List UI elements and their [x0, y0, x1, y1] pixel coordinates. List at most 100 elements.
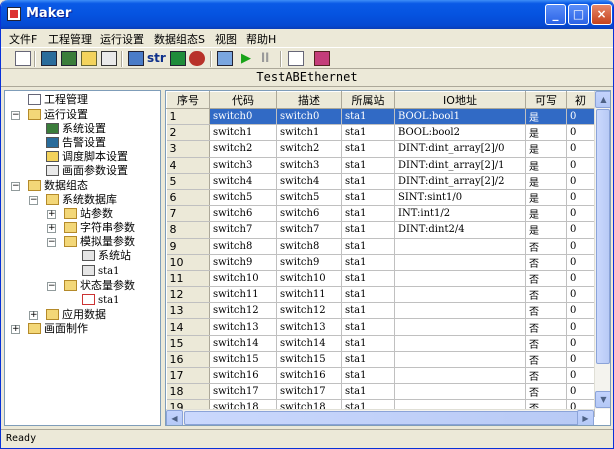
row-index[interactable]: 1 — [166, 108, 210, 126]
desc-cell[interactable]: switch17 — [276, 383, 342, 401]
table-row[interactable]: 2 switch1 switch1 sta1 BOOL:bool2 是 0 — [166, 124, 595, 142]
code-cell[interactable]: switch17 — [209, 383, 277, 401]
code-cell[interactable]: switch13 — [209, 318, 277, 336]
horizontal-scroll-thumb[interactable] — [184, 411, 579, 425]
station-cell[interactable]: sta1 — [341, 221, 395, 239]
row-index[interactable]: 8 — [166, 221, 210, 239]
expand-icon[interactable]: + — [47, 210, 56, 219]
string-icon[interactable]: str — [147, 51, 167, 66]
initial-cell[interactable]: 0 — [566, 351, 595, 369]
expand-icon[interactable]: + — [11, 325, 20, 334]
station-cell[interactable]: sta1 — [341, 157, 395, 174]
io-address-cell[interactable]: DINT:dint_array[2]/2 — [394, 173, 526, 190]
tree-item-project[interactable]: 工程管理 — [28, 93, 88, 107]
initial-cell[interactable]: 0 — [566, 124, 595, 142]
table-row[interactable]: 18 switch17 switch17 sta1 否 0 — [166, 383, 595, 401]
col-header-index[interactable]: 序号 — [166, 91, 210, 109]
tree-item-screen-make[interactable]: 画面制作 — [28, 322, 88, 336]
table-row[interactable]: 4 switch3 switch3 sta1 DINT:dint_array[2]/1 是… — [166, 157, 595, 174]
desc-cell[interactable]: switch12 — [276, 302, 342, 320]
title-bar[interactable]: Maker _ □ × — [1, 0, 613, 29]
row-index[interactable]: 17 — [166, 367, 210, 385]
scroll-right-icon[interactable]: ▶ — [577, 410, 594, 425]
row-index[interactable]: 7 — [166, 205, 210, 223]
collapse-icon[interactable]: − — [29, 196, 38, 205]
desc-cell[interactable]: switch10 — [276, 270, 342, 288]
initial-cell[interactable]: 0 — [566, 302, 595, 320]
code-cell[interactable]: switch11 — [209, 286, 277, 304]
code-cell[interactable]: switch16 — [209, 367, 277, 385]
writable-cell[interactable]: 否 — [525, 254, 567, 271]
initial-cell[interactable]: 0 — [566, 238, 595, 255]
row-index[interactable]: 6 — [166, 189, 210, 207]
row-index[interactable]: 12 — [166, 286, 210, 304]
writable-cell[interactable]: 否 — [525, 270, 567, 288]
io-address-cell[interactable] — [394, 318, 526, 336]
io-address-cell[interactable] — [394, 302, 526, 320]
desc-cell[interactable]: switch7 — [276, 221, 342, 239]
code-cell[interactable]: switch9 — [209, 254, 277, 271]
monitor-icon[interactable] — [61, 51, 77, 66]
io-address-cell[interactable] — [394, 238, 526, 255]
tree-item-alarm-settings[interactable]: 告警设置 — [46, 136, 106, 150]
expand-icon[interactable]: + — [29, 311, 38, 320]
row-index[interactable]: 5 — [166, 173, 210, 190]
initial-cell[interactable]: 0 — [566, 318, 595, 336]
table-row[interactable]: 10 switch9 switch9 sta1 否 0 — [166, 254, 595, 271]
code-cell[interactable]: switch3 — [209, 157, 277, 174]
tree-item-app-data[interactable]: 应用数据 — [46, 308, 106, 322]
table-row[interactable]: 13 switch12 switch12 sta1 否 0 — [166, 302, 595, 320]
scroll-left-icon[interactable]: ◀ — [166, 410, 183, 425]
tree-item-digital-sta1[interactable]: sta1 — [82, 293, 119, 307]
table-row[interactable]: 14 switch13 switch13 sta1 否 0 — [166, 318, 595, 336]
row-index[interactable]: 4 — [166, 157, 210, 174]
writable-cell[interactable]: 是 — [525, 140, 567, 158]
writable-cell[interactable]: 是 — [525, 124, 567, 142]
scroll-up-icon[interactable]: ▲ — [595, 91, 610, 108]
code-cell[interactable]: switch4 — [209, 173, 277, 190]
row-index[interactable]: 14 — [166, 318, 210, 336]
initial-cell[interactable]: 0 — [566, 205, 595, 223]
tree-item-system-station[interactable]: 系统站 — [82, 249, 131, 263]
io-address-cell[interactable]: BOOL:bool1 — [394, 108, 526, 126]
analog-icon[interactable] — [170, 51, 186, 66]
col-header-code[interactable]: 代码 — [209, 91, 277, 109]
station-cell[interactable]: sta1 — [341, 140, 395, 158]
row-index[interactable]: 18 — [166, 383, 210, 401]
station-cell[interactable]: sta1 — [341, 383, 395, 401]
writable-cell[interactable]: 否 — [525, 286, 567, 304]
code-cell[interactable]: switch2 — [209, 140, 277, 158]
desc-cell[interactable]: switch3 — [276, 157, 342, 174]
menu-runtime[interactable]: 运行设置 — [100, 31, 144, 47]
row-index[interactable]: 3 — [166, 140, 210, 158]
tree-item-screen-settings[interactable]: 画面参数设置 — [46, 164, 128, 178]
menu-file[interactable]: 文件F — [9, 31, 37, 47]
col-header-initial[interactable]: 初 — [566, 91, 595, 109]
io-address-cell[interactable]: DINT:dint2/4 — [394, 221, 526, 239]
station-cell[interactable]: sta1 — [341, 108, 395, 126]
collapse-icon[interactable]: − — [47, 282, 56, 291]
initial-cell[interactable]: 0 — [566, 221, 595, 239]
writable-cell[interactable]: 否 — [525, 335, 567, 352]
desc-cell[interactable]: switch13 — [276, 318, 342, 336]
writable-cell[interactable]: 否 — [525, 351, 567, 369]
writable-cell[interactable]: 是 — [525, 221, 567, 239]
table-row[interactable]: 8 switch7 switch7 sta1 DINT:dint2/4 是 0 — [166, 221, 595, 239]
desc-cell[interactable]: switch6 — [276, 205, 342, 223]
script-icon[interactable] — [81, 51, 97, 66]
initial-cell[interactable]: 0 — [566, 173, 595, 190]
station-icon[interactable] — [128, 51, 144, 66]
export-icon[interactable] — [288, 51, 304, 66]
row-index[interactable]: 15 — [166, 335, 210, 352]
horizontal-scrollbar[interactable]: ◀ ▶ — [166, 409, 594, 425]
initial-cell[interactable]: 0 — [566, 286, 595, 304]
code-cell[interactable]: switch6 — [209, 205, 277, 223]
tree-item-string-params[interactable]: 字符串参数 — [64, 221, 135, 235]
vertical-scrollbar[interactable]: ▲ ▼ — [594, 91, 610, 409]
io-address-cell[interactable]: DINT:dint_array[2]/1 — [394, 157, 526, 174]
writable-cell[interactable]: 否 — [525, 302, 567, 320]
desc-cell[interactable]: switch11 — [276, 286, 342, 304]
col-header-io-address[interactable]: IO地址 — [394, 91, 526, 109]
writable-cell[interactable]: 是 — [525, 108, 567, 126]
expand-icon[interactable]: + — [47, 224, 56, 233]
